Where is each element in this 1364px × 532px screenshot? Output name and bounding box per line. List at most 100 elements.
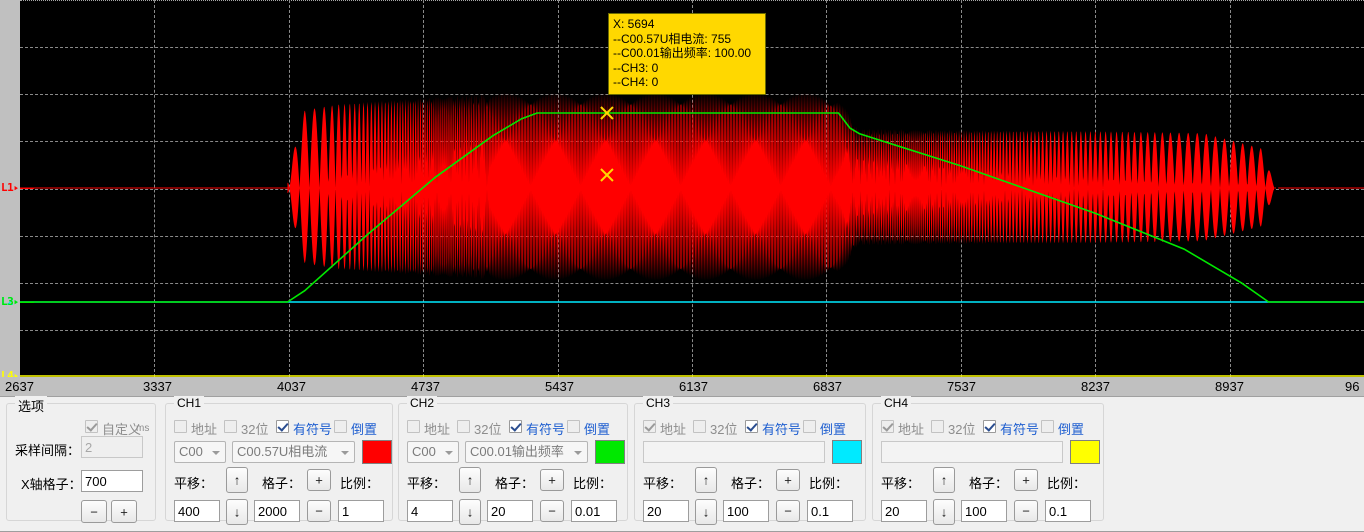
checkbox-bits32-ch3[interactable]: [693, 420, 706, 433]
scale-input-ch1[interactable]: [338, 500, 384, 522]
checkbox-address-ch2[interactable]: [407, 420, 420, 433]
channel-group-ch4: CH4地址32位有符号倒置平移：格子：比例：↑↓+−: [872, 403, 1104, 521]
tooltip-x-value: X: 5694: [613, 17, 761, 32]
channel-marker-l3[interactable]: L3▸: [1, 296, 19, 307]
custom-interval-unit: ms: [136, 423, 149, 434]
shift-input-ch2[interactable]: [407, 500, 453, 522]
scale-label-ch2: 比例：: [573, 473, 612, 492]
scale-input-ch3[interactable]: [807, 500, 853, 522]
xgrid-plus-button[interactable]: +: [111, 500, 137, 523]
label-invert-ch3: 倒置: [820, 419, 846, 438]
color-swatch-ch4[interactable]: [1070, 440, 1100, 464]
checkbox-address-ch1[interactable]: [174, 420, 187, 433]
scale-input-ch2[interactable]: [571, 500, 617, 522]
x-tick-1: 3337: [143, 379, 172, 394]
shift-input-ch3[interactable]: [643, 500, 689, 522]
arrow-down-icon: ↓: [696, 506, 716, 519]
checkbox-signed-ch3[interactable]: [745, 420, 758, 433]
grid-input-ch4[interactable]: [961, 500, 1007, 522]
xgrid-minus-button[interactable]: −: [81, 500, 107, 523]
chevron-down-icon: [445, 451, 453, 455]
grid-input-ch3[interactable]: [723, 500, 769, 522]
grid-minus-button-ch4[interactable]: −: [1014, 500, 1038, 522]
label-bits32-ch3: 32位: [710, 419, 737, 438]
checkbox-invert-ch1[interactable]: [334, 420, 347, 433]
x-tick-10: 96: [1345, 379, 1359, 394]
address-select-ch2[interactable]: C00: [407, 441, 459, 463]
x-tick-4: 5437: [545, 379, 574, 394]
checkbox-signed-ch2[interactable]: [509, 420, 522, 433]
x-tick-8: 8237: [1081, 379, 1110, 394]
minus-icon: −: [308, 505, 330, 518]
checkbox-invert-ch2[interactable]: [567, 420, 580, 433]
marker-triangle-icon: ▸: [14, 182, 19, 193]
checkbox-bits32-ch2[interactable]: [457, 420, 470, 433]
label-address-ch2: 地址: [424, 419, 450, 438]
checkbox-signed-ch1[interactable]: [276, 420, 289, 433]
color-swatch-ch1[interactable]: [362, 440, 392, 464]
xgrid-label: X轴格子：: [21, 474, 82, 493]
shift-up-button-ch1[interactable]: ↑: [226, 467, 248, 493]
shift-down-button-ch4[interactable]: ↓: [933, 499, 955, 525]
channel-group-ch1: CH1地址32位有符号倒置C00C00.57U相电流平移：格子：比例：↑↓+−: [165, 403, 393, 521]
arrow-up-icon: ↑: [227, 474, 247, 487]
shift-label-ch1: 平移：: [174, 473, 213, 492]
grid-input-ch1[interactable]: [254, 500, 300, 522]
shift-down-button-ch2[interactable]: ↓: [459, 499, 481, 525]
channel-level-line-l2: [20, 302, 34, 303]
address-select-ch1[interactable]: C00: [174, 441, 226, 463]
signal-field-ch4[interactable]: [881, 441, 1063, 463]
shift-down-button-ch1[interactable]: ↓: [226, 499, 248, 525]
grid-label-ch4: 格子：: [969, 473, 1008, 492]
label-address-ch1: 地址: [191, 419, 217, 438]
shift-input-ch4[interactable]: [881, 500, 927, 522]
checkbox-bits32-ch1[interactable]: [224, 420, 237, 433]
grid-label-ch3: 格子：: [731, 473, 770, 492]
shift-up-button-ch3[interactable]: ↑: [695, 467, 717, 493]
color-swatch-ch3[interactable]: [832, 440, 862, 464]
label-signed-ch4: 有符号: [1000, 419, 1039, 438]
minus-icon: −: [541, 505, 563, 518]
grid-minus-button-ch3[interactable]: −: [776, 500, 800, 522]
channel-group-title: CH2: [407, 396, 437, 410]
control-panel: 选项 自定义 ms 采样间隔： X轴格子： − + CH1地址32位有符号倒置C…: [0, 396, 1364, 532]
waveform-plot[interactable]: X: 5694 --C00.57U相电流: 755 --C00.01输出频率: …: [20, 0, 1364, 377]
tooltip-ch3-value: --CH3: 0: [613, 61, 761, 76]
options-group-title: 选项: [15, 396, 47, 415]
shift-label-ch3: 平移：: [643, 473, 682, 492]
signal-select-ch2[interactable]: C00.01输出频率: [465, 441, 588, 463]
grid-plus-button-ch1[interactable]: +: [307, 469, 331, 491]
checkbox-invert-ch4[interactable]: [1041, 420, 1054, 433]
label-signed-ch2: 有符号: [526, 419, 565, 438]
grid-plus-button-ch4[interactable]: +: [1014, 469, 1038, 491]
checkbox-address-ch3[interactable]: [643, 420, 656, 433]
grid-input-ch2[interactable]: [487, 500, 533, 522]
shift-input-ch1[interactable]: [174, 500, 220, 522]
plus-icon: +: [1015, 474, 1037, 487]
shift-up-button-ch2[interactable]: ↑: [459, 467, 481, 493]
custom-interval-checkbox[interactable]: [85, 420, 98, 433]
shift-label-ch4: 平移：: [881, 473, 920, 492]
shift-down-button-ch3[interactable]: ↓: [695, 499, 717, 525]
checkbox-signed-ch4[interactable]: [983, 420, 996, 433]
grid-minus-button-ch2[interactable]: −: [540, 500, 564, 522]
xgrid-input[interactable]: [81, 470, 143, 492]
sample-interval-input[interactable]: [81, 436, 143, 458]
signal-field-ch3[interactable]: [643, 441, 825, 463]
signal-select-ch1[interactable]: C00.57U相电流: [232, 441, 355, 463]
grid-plus-button-ch3[interactable]: +: [776, 469, 800, 491]
checkbox-bits32-ch4[interactable]: [931, 420, 944, 433]
shift-up-button-ch4[interactable]: ↑: [933, 467, 955, 493]
checkbox-address-ch4[interactable]: [881, 420, 894, 433]
plus-icon: +: [308, 474, 330, 487]
grid-plus-button-ch2[interactable]: +: [540, 469, 564, 491]
checkbox-invert-ch3[interactable]: [803, 420, 816, 433]
plus-icon: +: [541, 474, 563, 487]
grid-minus-button-ch1[interactable]: −: [307, 500, 331, 522]
channel-group-ch3: CH3地址32位有符号倒置平移：格子：比例：↑↓+−: [634, 403, 866, 521]
scale-input-ch4[interactable]: [1045, 500, 1091, 522]
channel-marker-l1[interactable]: L1▸: [1, 182, 19, 193]
color-swatch-ch2[interactable]: [595, 440, 625, 464]
channel-level-line-l1: [20, 188, 34, 189]
scale-label-ch3: 比例：: [809, 473, 848, 492]
